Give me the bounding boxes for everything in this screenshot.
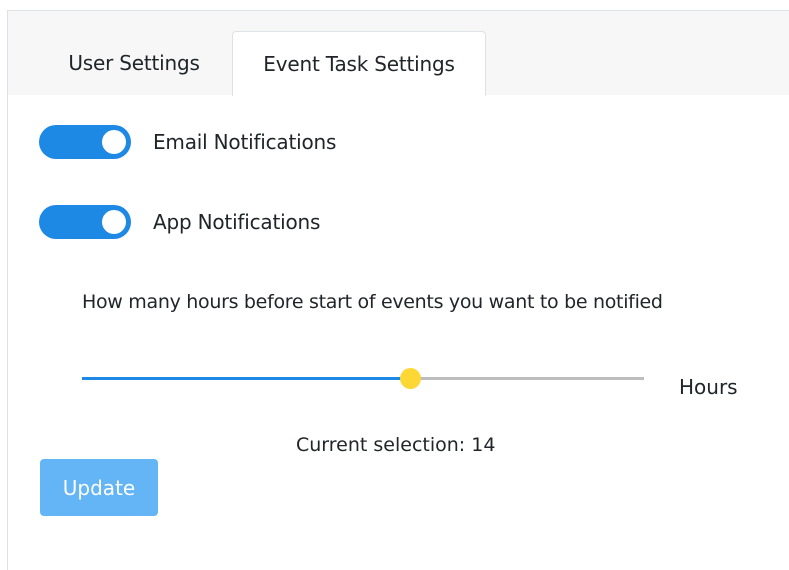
toggle-knob bbox=[102, 130, 126, 154]
email-notifications-label: Email Notifications bbox=[153, 130, 337, 154]
slider-thumb[interactable] bbox=[399, 368, 421, 389]
tab-user-settings[interactable]: User Settings bbox=[36, 31, 232, 95]
update-button[interactable]: Update bbox=[40, 459, 158, 516]
settings-panel: User Settings Event Task Settings Email … bbox=[7, 10, 789, 570]
hours-question-label: How many hours before start of events yo… bbox=[82, 291, 663, 313]
toggle-knob bbox=[102, 210, 126, 234]
app-notifications-row: App Notifications bbox=[39, 205, 320, 239]
email-notifications-row: Email Notifications bbox=[39, 125, 336, 159]
app-notifications-label: App Notifications bbox=[153, 210, 321, 234]
slider-track bbox=[82, 377, 410, 380]
hours-slider[interactable] bbox=[82, 366, 644, 390]
current-selection-text: Current selection: 14 bbox=[296, 434, 496, 456]
email-notifications-toggle[interactable] bbox=[39, 125, 131, 159]
app-notifications-toggle[interactable] bbox=[39, 205, 131, 239]
tab-bar: User Settings Event Task Settings bbox=[8, 11, 789, 96]
hours-unit-label: Hours bbox=[679, 375, 738, 399]
tab-event-task-settings[interactable]: Event Task Settings bbox=[232, 31, 486, 96]
